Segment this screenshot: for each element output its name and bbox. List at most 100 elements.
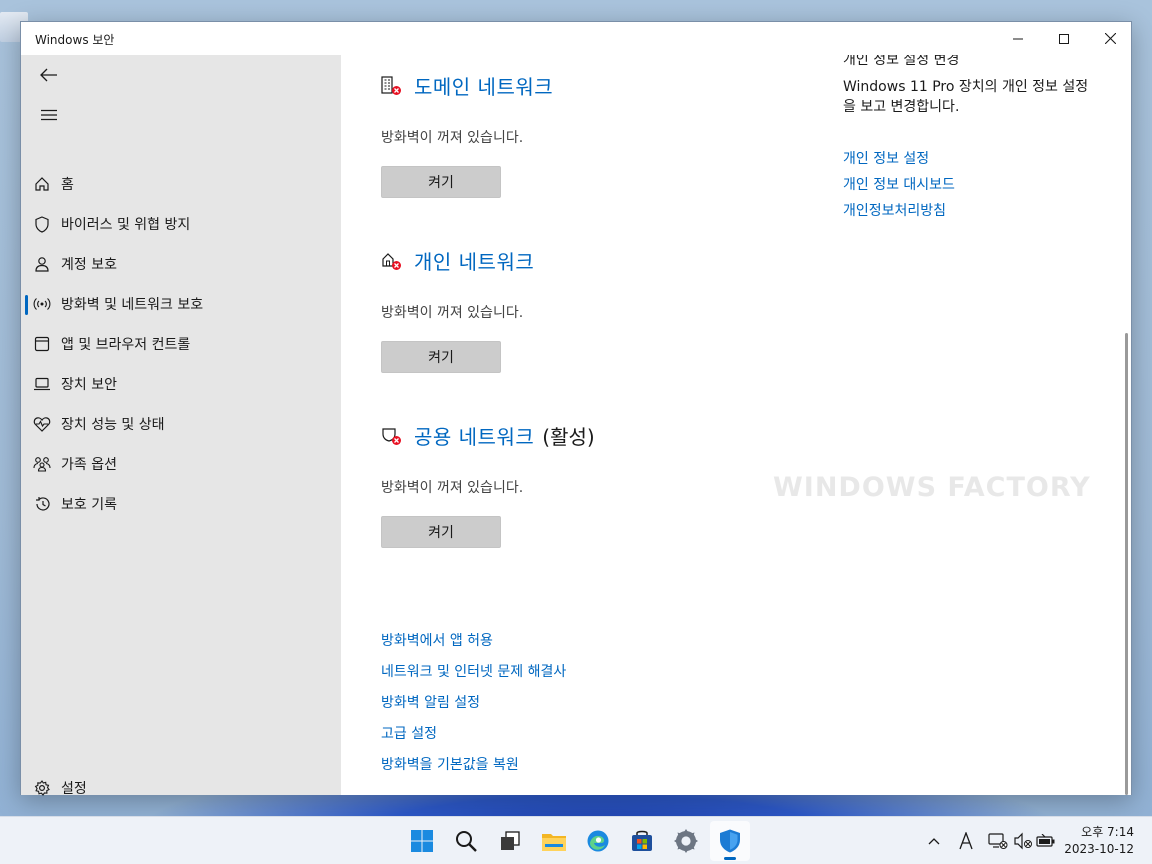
restore-firewall-defaults-link[interactable]: 방화벽을 기본값을 복원 — [381, 754, 519, 774]
sidebar-item-home[interactable]: 홈 — [21, 165, 341, 203]
maximize-icon — [1059, 33, 1069, 44]
sidebar-item-family-options[interactable]: 가족 옵션 — [21, 445, 341, 483]
title-bar: Windows 보안 — [21, 22, 1131, 55]
sidebar-item-label: 보호 기록 — [61, 497, 117, 513]
private-network-turn-on-button[interactable]: 켜기 — [381, 341, 501, 373]
domain-network-link[interactable]: 도메인 네트워크 — [414, 71, 553, 100]
store-button[interactable] — [622, 821, 662, 861]
sidebar-item-app-browser[interactable]: 앱 및 브라우저 컨트롤 — [21, 325, 341, 363]
window-title: Windows 보안 — [35, 33, 115, 47]
sidebar-item-device-security[interactable]: 장치 보안 — [21, 365, 341, 403]
sidebar: 홈 바이러스 및 위협 방지 계정 보호 방화벽 및 네트워크 보호 앱 및 브… — [21, 55, 341, 797]
settings-icon — [674, 829, 698, 853]
public-network-header: 공용 네트워크 (활성) — [381, 421, 595, 450]
volume-button[interactable] — [1012, 829, 1036, 853]
laptop-icon — [32, 374, 52, 394]
start-button[interactable] — [402, 821, 442, 861]
taskbar: 오후 7:14 2023-10-12 — [0, 816, 1152, 864]
sidebar-item-account-protection[interactable]: 계정 보호 — [21, 245, 341, 283]
show-hidden-icons-button[interactable] — [922, 829, 946, 853]
privacy-dashboard-link[interactable]: 개인 정보 대시보드 — [843, 174, 955, 194]
settings-label: 설정 — [61, 781, 87, 797]
history-icon — [32, 494, 52, 514]
home-icon — [32, 174, 52, 194]
sidebar-item-label: 방화벽 및 네트워크 보호 — [61, 297, 204, 313]
sidebar-item-label: 계정 보호 — [61, 257, 117, 273]
heart-pulse-icon — [32, 414, 52, 434]
sidebar-item-label: 장치 성능 및 상태 — [61, 417, 165, 433]
network-status-button[interactable] — [986, 829, 1010, 853]
public-network-icon — [381, 425, 403, 447]
sidebar-item-label: 앱 및 브라우저 컨트롤 — [61, 337, 191, 353]
public-network-link[interactable]: 공용 네트워크 — [414, 421, 534, 450]
network-troubleshooter-link[interactable]: 네트워크 및 인터넷 문제 해결사 — [381, 661, 566, 681]
task-view-button[interactable] — [490, 821, 530, 861]
sidebar-item-label: 장치 보안 — [61, 377, 117, 393]
settings-app-button[interactable] — [666, 821, 706, 861]
domain-network-turn-on-button[interactable]: 켜기 — [381, 166, 501, 198]
sidebar-item-virus-protection[interactable]: 바이러스 및 위협 방지 — [21, 205, 341, 243]
ime-icon — [959, 832, 973, 850]
task-view-icon — [501, 831, 520, 850]
watermark: WINDOWS FACTORY — [773, 472, 1091, 503]
maximize-button[interactable] — [1041, 22, 1087, 55]
domain-network-icon — [381, 75, 403, 97]
battery-icon — [1036, 834, 1055, 847]
private-network-icon — [381, 250, 403, 272]
file-explorer-icon — [542, 834, 566, 851]
battery-button[interactable] — [1034, 829, 1058, 853]
sidebar-item-device-performance[interactable]: 장치 성능 및 상태 — [21, 405, 341, 443]
file-explorer-button[interactable] — [534, 821, 574, 861]
antenna-icon — [32, 294, 52, 314]
privacy-settings-link[interactable]: 개인 정보 설정 — [843, 148, 929, 168]
privacy-settings-heading: 개인 정보 설정 변경 — [843, 55, 960, 68]
back-button[interactable] — [29, 58, 69, 92]
sidebar-item-settings[interactable]: 설정 — [21, 769, 341, 807]
hamburger-icon — [41, 109, 57, 121]
minimize-button[interactable] — [995, 22, 1041, 55]
active-app-indicator — [724, 857, 736, 860]
vertical-scrollbar[interactable] — [1125, 333, 1128, 795]
shield-icon — [32, 214, 52, 234]
edge-button[interactable] — [578, 821, 618, 861]
menu-button[interactable] — [29, 98, 69, 132]
allow-app-through-firewall-link[interactable]: 방화벽에서 앱 허용 — [381, 630, 493, 650]
chevron-up-icon — [928, 838, 940, 845]
input-method-button[interactable] — [954, 829, 978, 853]
store-icon — [632, 830, 652, 851]
clock-time: 오후 7:14 — [1081, 825, 1134, 839]
minimize-icon — [1013, 38, 1023, 39]
edge-icon — [587, 830, 609, 852]
person-icon — [32, 254, 52, 274]
public-network-turn-on-button[interactable]: 켜기 — [381, 516, 501, 548]
domain-network-status: 방화벽이 꺼져 있습니다. — [381, 130, 524, 146]
search-icon — [456, 831, 477, 852]
clock-date: 2023-10-12 — [1064, 842, 1134, 856]
public-network-status: 방화벽이 꺼져 있습니다. — [381, 480, 524, 496]
sidebar-item-protection-history[interactable]: 보호 기록 — [21, 485, 341, 523]
sidebar-item-label: 가족 옵션 — [61, 457, 117, 473]
sidebar-item-firewall[interactable]: 방화벽 및 네트워크 보호 — [21, 285, 341, 323]
firewall-notification-settings-link[interactable]: 방화벽 알림 설정 — [381, 692, 480, 712]
privacy-policy-link[interactable]: 개인정보처리방침 — [843, 200, 946, 220]
sidebar-item-label: 홈 — [61, 177, 74, 193]
advanced-settings-link[interactable]: 고급 설정 — [381, 723, 437, 743]
family-icon — [32, 454, 52, 474]
main-content: 도메인 네트워크 방화벽이 꺼져 있습니다. 켜기 개인 네트워크 방화벽이 꺼… — [341, 55, 1131, 795]
taskbar-clock[interactable]: 오후 7:14 2023-10-12 — [1064, 824, 1134, 858]
sidebar-item-label: 바이러스 및 위협 방지 — [61, 217, 191, 233]
start-icon — [411, 830, 433, 852]
private-network-status: 방화벽이 꺼져 있습니다. — [381, 305, 524, 321]
network-icon — [988, 833, 1008, 849]
close-button[interactable] — [1087, 22, 1133, 55]
selection-indicator — [25, 295, 28, 315]
privacy-settings-description: Windows 11 Pro 장치의 개인 정보 설정을 보고 변경합니다. — [843, 79, 1089, 115]
private-network-header: 개인 네트워크 — [381, 246, 534, 275]
search-button[interactable] — [446, 821, 486, 861]
windows-security-button[interactable] — [710, 821, 750, 861]
active-badge: (활성) — [542, 425, 595, 449]
gear-icon — [32, 778, 52, 798]
windows-security-icon — [720, 829, 740, 853]
windows-security-window: Windows 보안 홈 바이러스 및 위협 방지 계정 보호 방화벽 및 네트… — [20, 21, 1132, 797]
private-network-link[interactable]: 개인 네트워크 — [414, 246, 534, 275]
